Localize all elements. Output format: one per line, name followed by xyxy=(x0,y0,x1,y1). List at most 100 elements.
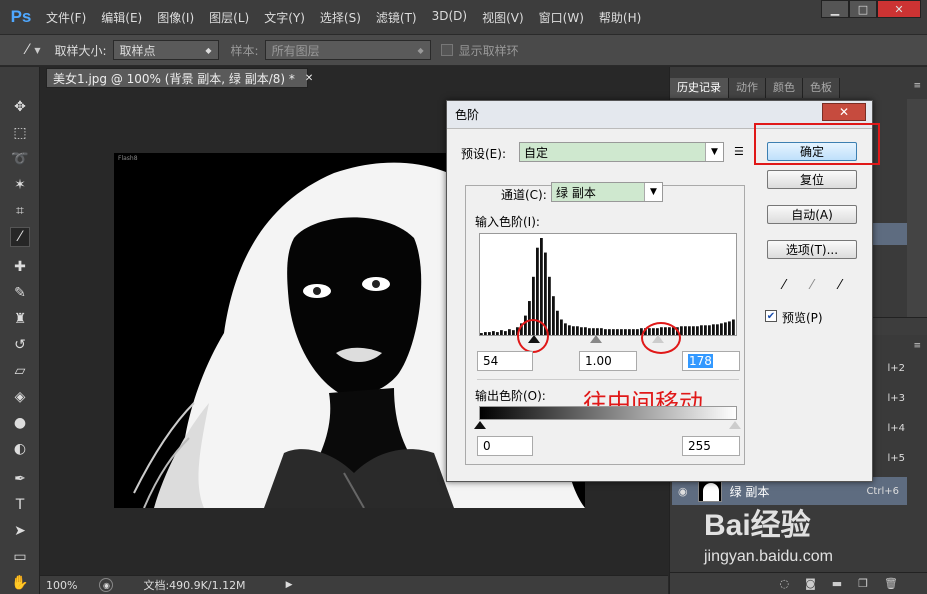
healing-brush-icon[interactable]: ✚ xyxy=(10,257,30,277)
paint-bucket-icon[interactable]: ◈ xyxy=(10,387,30,407)
brush-tool-icon[interactable]: ✎ xyxy=(10,283,30,303)
menu-filter[interactable]: 滤镜(T) xyxy=(376,9,417,26)
menu-select[interactable]: 选择(S) xyxy=(320,9,361,26)
status-icon[interactable]: ◉ xyxy=(99,578,114,592)
menu-bar: Ps 文件(F) 编辑(E) 图像(I) 图层(L) 文字(Y) 选择(S) 滤… xyxy=(0,0,927,34)
panel-menu-icon[interactable]: ≡ xyxy=(913,81,921,91)
history-brush-icon[interactable]: ↺ xyxy=(10,335,30,355)
output-white-field[interactable]: 255 xyxy=(682,436,740,456)
histogram-bar xyxy=(552,296,555,335)
clone-stamp-icon[interactable]: ♜ xyxy=(10,309,30,329)
options-button[interactable]: 选项(T)... xyxy=(767,240,857,259)
input-white-field[interactable]: 178 xyxy=(682,351,740,371)
sample-select[interactable]: 所有图层 ◆ xyxy=(264,40,431,60)
crop-tool-icon[interactable]: ⌗ xyxy=(10,201,30,221)
status-arrow-icon[interactable]: ▶ xyxy=(286,580,293,590)
histogram-bar xyxy=(592,328,595,335)
updown-icon: ◆ xyxy=(417,45,424,55)
auto-button[interactable]: 自动(A) xyxy=(767,205,857,224)
new-group-icon[interactable]: ▬ xyxy=(832,577,842,590)
tab-swatches[interactable]: 色板 xyxy=(803,78,840,98)
gray-eyedropper-icon[interactable]: ⁄ xyxy=(803,276,821,294)
mask-icon[interactable]: ◙ xyxy=(805,577,816,590)
close-icon[interactable]: ✕ xyxy=(822,103,866,121)
preview-checkbox[interactable]: ✔ xyxy=(765,310,777,322)
chevron-down-icon: ▼ xyxy=(644,183,662,201)
show-ring-checkbox[interactable] xyxy=(440,44,453,56)
output-black-slider[interactable] xyxy=(474,421,486,429)
input-black-field[interactable]: 54 xyxy=(477,351,533,371)
menu-view[interactable]: 视图(V) xyxy=(482,9,524,26)
eraser-tool-icon[interactable]: ▱ xyxy=(10,361,30,381)
lasso-tool-icon[interactable]: ➰ xyxy=(10,149,30,169)
menu-edit[interactable]: 编辑(E) xyxy=(101,9,142,26)
histogram-bar xyxy=(624,329,627,335)
minimize-icon[interactable]: ▁ xyxy=(821,0,849,18)
eyedropper-icon[interactable]: ⁄ xyxy=(26,42,28,58)
menu-image[interactable]: 图像(I) xyxy=(157,9,194,26)
preset-options-icon[interactable]: ☰ xyxy=(734,145,744,158)
histogram-bar xyxy=(504,331,507,335)
output-white-slider[interactable] xyxy=(729,421,741,429)
eyedropper-tool-icon[interactable]: ⁄ xyxy=(10,227,30,247)
type-tool-icon[interactable]: T xyxy=(10,495,30,515)
menu-help[interactable]: 帮助(H) xyxy=(599,9,641,26)
sample-label: 样本: xyxy=(230,43,259,58)
menu-type[interactable]: 文字(Y) xyxy=(264,9,305,26)
histogram-bar xyxy=(724,322,727,335)
tab-history[interactable]: 历史记录 xyxy=(670,78,729,98)
histogram-bar xyxy=(716,324,719,335)
menu-items: 文件(F) 编辑(E) 图像(I) 图层(L) 文字(Y) 选择(S) 滤镜(T… xyxy=(46,9,656,26)
histogram-bar xyxy=(604,329,607,335)
layers-panel-menu-icon[interactable]: ≡ xyxy=(913,341,921,351)
tab-actions[interactable]: 动作 xyxy=(729,78,766,98)
input-gamma-field[interactable]: 1.00 xyxy=(579,351,637,371)
preset-label: 预设(E): xyxy=(461,147,506,161)
white-eyedropper-icon[interactable]: ⁄ xyxy=(831,276,849,294)
histogram-bar xyxy=(728,321,731,335)
panel-scrollbar[interactable] xyxy=(907,99,927,319)
layer-name: 绿 副本 xyxy=(729,484,770,499)
path-selection-icon[interactable]: ➤ xyxy=(10,521,30,541)
histogram-bar xyxy=(492,331,495,335)
menu-file[interactable]: 文件(F) xyxy=(46,9,86,26)
close-tab-icon[interactable]: ✕ xyxy=(305,73,313,84)
shape-tool-icon[interactable]: ▭ xyxy=(10,547,30,567)
menu-3d[interactable]: 3D(D) xyxy=(432,9,467,26)
pen-tool-icon[interactable]: ✒ xyxy=(10,469,30,489)
input-gamma-slider[interactable] xyxy=(590,335,602,343)
tab-color[interactable]: 颜色 xyxy=(766,78,803,98)
marquee-tool-icon[interactable]: ⬚ xyxy=(10,123,30,143)
black-eyedropper-icon[interactable]: ⁄ xyxy=(775,276,793,294)
move-tool-icon[interactable]: ✥ xyxy=(10,97,30,117)
new-adjustment-icon[interactable]: ◌ xyxy=(779,577,789,590)
trash-icon[interactable]: 🗑 xyxy=(884,577,898,590)
show-ring-label: 显示取样环 xyxy=(458,43,519,58)
close-icon[interactable]: ✕ xyxy=(877,0,921,18)
new-layer-icon[interactable]: ❐ xyxy=(858,577,868,590)
chevron-down-icon[interactable]: ▼ xyxy=(34,46,40,55)
histogram-bar xyxy=(684,326,687,335)
preset-select[interactable]: 自定 ▼ xyxy=(519,142,724,162)
zoom-level[interactable]: 100% xyxy=(46,579,77,592)
dodge-tool-icon[interactable]: ◐ xyxy=(10,439,30,459)
hand-tool-icon[interactable]: ✋ xyxy=(10,573,30,593)
magic-wand-icon[interactable]: ✶ xyxy=(10,175,30,195)
channel-select[interactable]: 绿 副本 ▼ xyxy=(551,182,663,202)
histogram-bar xyxy=(564,323,567,335)
histogram-bar xyxy=(692,326,695,335)
histogram-bar xyxy=(480,333,483,335)
menu-layer[interactable]: 图层(L) xyxy=(209,9,249,26)
histogram-bar xyxy=(720,323,723,335)
histogram-bar xyxy=(556,310,559,335)
sample-size-label: 取样大小: xyxy=(54,43,107,58)
document-tab[interactable]: 美女1.jpg @ 100% (背景 副本, 绿 副本/8) * ✕ xyxy=(46,68,313,88)
status-bar: 100% ◉ 文档:490.9K/1.12M ▶ xyxy=(40,575,668,594)
output-black-field[interactable]: 0 xyxy=(477,436,533,456)
sample-size-select[interactable]: 取样点 ◆ xyxy=(112,40,219,60)
menu-window[interactable]: 窗口(W) xyxy=(539,9,584,26)
maximize-icon[interactable]: □ xyxy=(849,0,877,18)
eye-icon[interactable]: ◉ xyxy=(678,485,688,498)
reset-button[interactable]: 复位 xyxy=(767,170,857,189)
blur-tool-icon[interactable]: ● xyxy=(10,413,30,433)
